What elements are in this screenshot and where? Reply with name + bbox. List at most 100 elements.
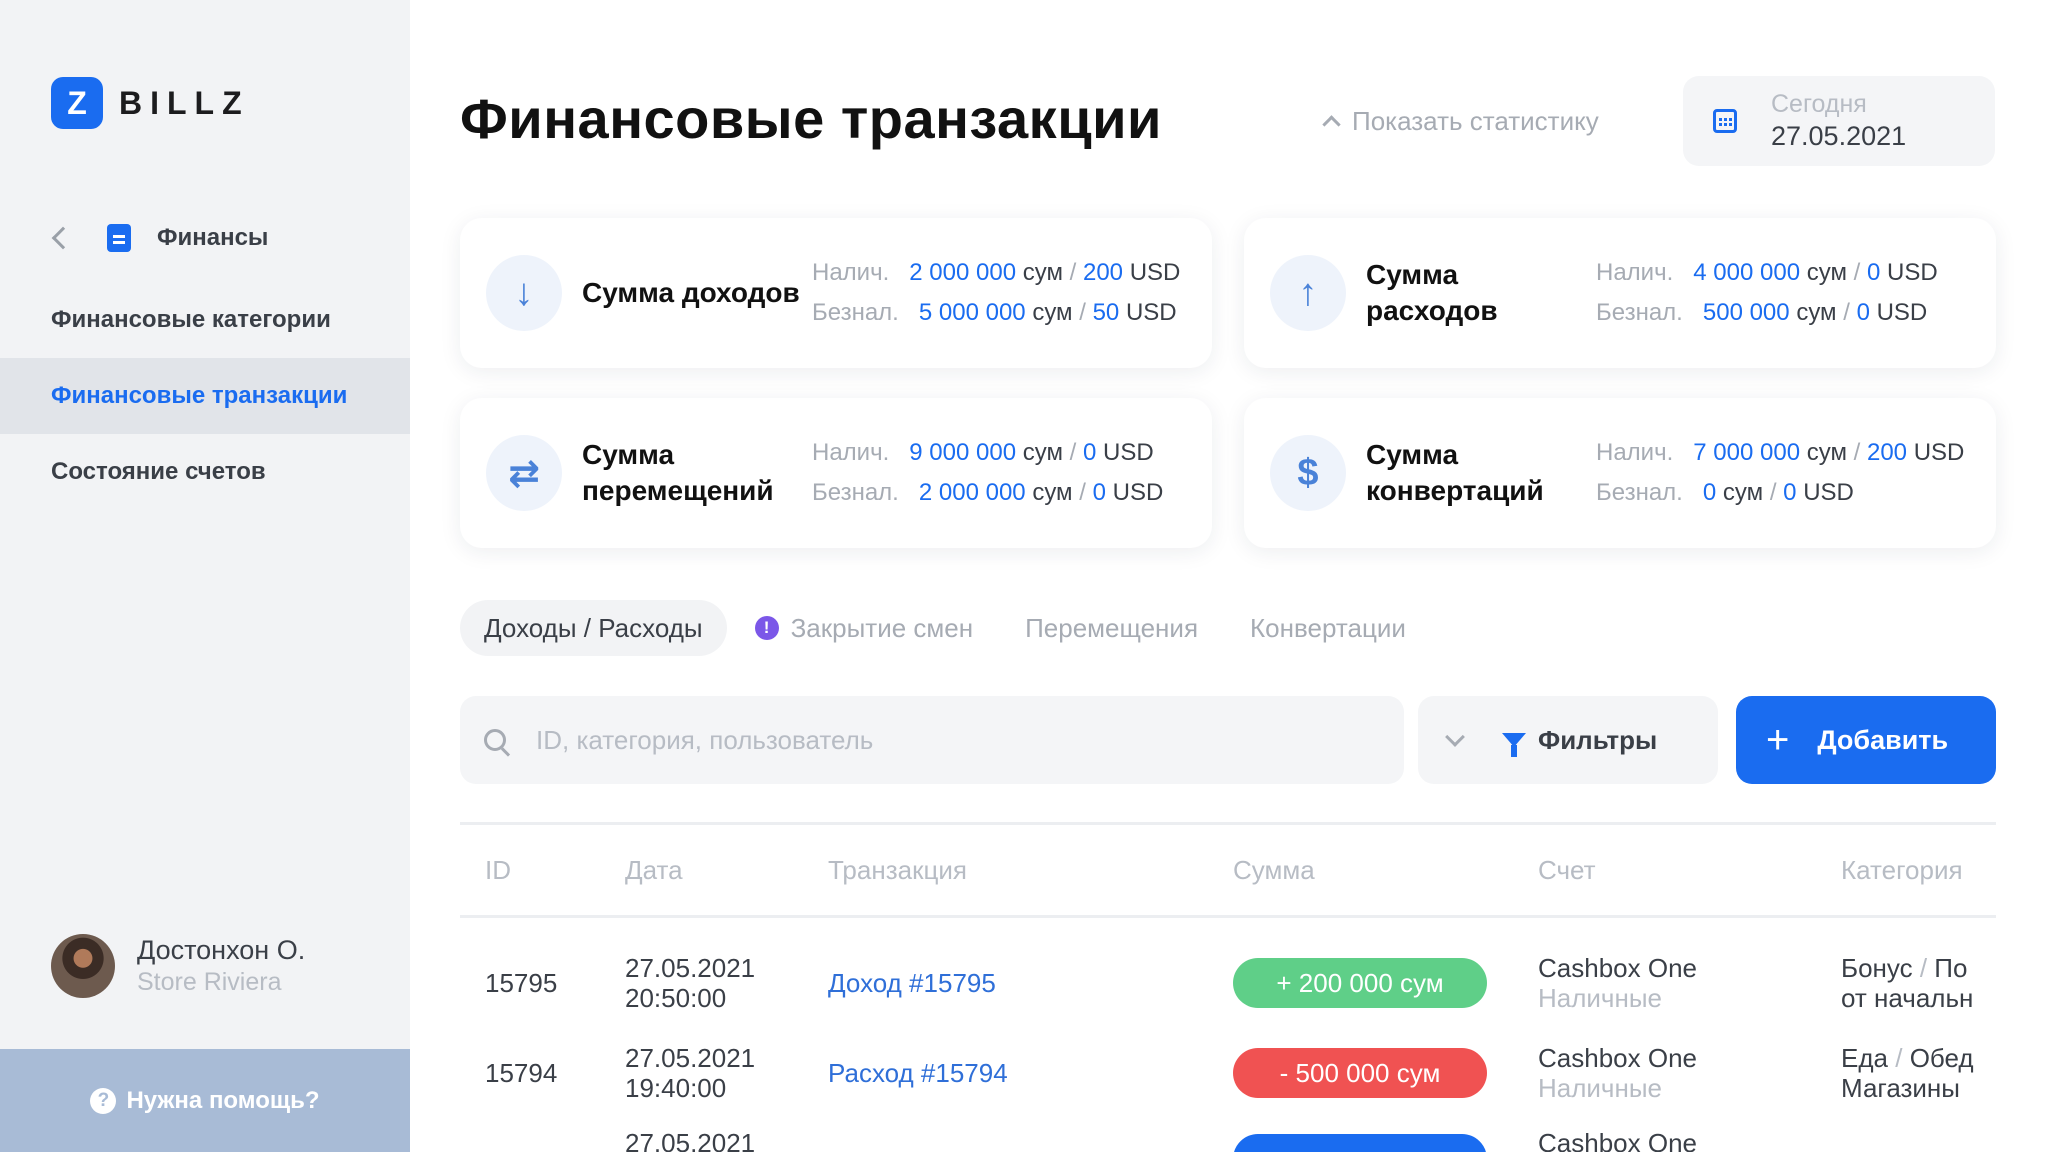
table-row[interactable]: 27.05.2021 Cashbox One <box>460 1118 1996 1152</box>
date-label: Сегодня <box>1771 90 1867 118</box>
help-button[interactable]: ? Нужна помощь? <box>0 1049 410 1152</box>
search-icon <box>484 729 506 751</box>
arrow-down-icon: ↓ <box>486 255 562 331</box>
separator: / <box>1069 259 1077 286</box>
cashless-label: Безнал. <box>1596 479 1683 506</box>
tab-conversions[interactable]: Конвертации <box>1226 600 1430 656</box>
search-input[interactable] <box>536 724 1336 756</box>
cash-sum: 2 000 000 <box>909 259 1017 286</box>
cash-currency: сум <box>1022 439 1063 466</box>
user-profile[interactable]: Достонхон О. Store Riviera <box>51 934 305 998</box>
user-name: Достонхон О. <box>137 935 306 965</box>
cell-id: 15795 <box>485 967 558 998</box>
alert-icon: ! <box>754 616 779 640</box>
add-label: Добавить <box>1817 724 1949 755</box>
sidebar-item-account-status[interactable]: Состояние счетов <box>0 434 410 510</box>
cash-sum: 9 000 000 <box>909 439 1017 466</box>
separator: / <box>1843 299 1850 326</box>
account-name: Cashbox One <box>1538 1043 1697 1073</box>
card-row-cashless: Безнал. 0 сум / 0 USD <box>1596 473 1964 513</box>
category-sub: Обед <box>1909 1043 1974 1073</box>
avatar <box>51 934 115 998</box>
tab-label: Конвертации <box>1250 612 1406 643</box>
usd-currency: USD <box>1876 299 1928 326</box>
cash-usd: 0 <box>1866 259 1881 286</box>
cell-date-time: 19:40:00 <box>625 1073 727 1103</box>
separator: / <box>1079 299 1086 326</box>
cashless-label: Безнал. <box>1596 299 1683 326</box>
cash-label: Налич. <box>812 259 890 286</box>
cash-label: Налич. <box>812 439 890 466</box>
table-row[interactable]: 15795 27.05.2021 20:50:00 Доход #15795 +… <box>460 938 1996 1028</box>
cell-account: Cashbox One Наличные <box>1538 1043 1841 1103</box>
cashless-label: Безнал. <box>812 299 899 326</box>
column-header-account[interactable]: Счет <box>1538 855 1841 885</box>
add-button[interactable]: + Добавить <box>1736 696 1996 784</box>
separator: / <box>1853 259 1861 286</box>
filters-button[interactable]: Фильтры <box>1418 696 1718 784</box>
nav-section-finance[interactable]: Финансы <box>51 224 268 252</box>
separator: / <box>1769 479 1777 506</box>
cell-date: 27.05.2021 20:50:00 <box>625 953 828 1013</box>
card-title: Сумма конвертаций <box>1366 439 1544 506</box>
cell-date-day: 27.05.2021 <box>625 1128 756 1152</box>
table-row[interactable]: 15794 27.05.2021 19:40:00 Расход #15794 … <box>460 1028 1996 1118</box>
filter-icon <box>1502 733 1526 757</box>
logo[interactable]: Z BILLZ <box>51 77 250 129</box>
account-method: Наличные <box>1538 1073 1662 1103</box>
summary-card-conversions: $ Сумма конвертаций Налич. 7 000 000 сум… <box>1244 398 1996 548</box>
card-row-cashless: Безнал. 500 000 сум / 0 USD <box>1596 293 1938 333</box>
cashless-sum: 500 000 <box>1702 299 1790 326</box>
transfer-arrows-icon: ⇄ <box>486 435 562 511</box>
date-picker[interactable]: Сегодня 27.05.2021 <box>1683 76 1995 166</box>
table-header: ID Дата Транзакция Сумма Счет Категория <box>460 822 1996 918</box>
amount-badge: + 200 000 сум <box>1233 958 1487 1008</box>
card-row-cashless: Безнал. 2 000 000 сум / 0 USD <box>812 473 1163 513</box>
tab-label: Доходы / Расходы <box>484 612 703 643</box>
usd-currency: USD <box>1913 439 1965 466</box>
category-separator: / <box>1919 953 1928 983</box>
column-header-category[interactable]: Категория <box>1841 855 1996 885</box>
calendar-icon <box>1713 109 1737 133</box>
cashless-currency: сум <box>1796 299 1837 326</box>
category-main: Бонус <box>1841 953 1913 983</box>
category-sub: По <box>1934 953 1968 983</box>
tab-shift-closing[interactable]: ! Закрытие смен <box>731 600 998 656</box>
chevron-left-icon[interactable] <box>51 226 75 250</box>
cell-category: Еда / Обед Магазины <box>1841 1043 1996 1103</box>
show-stats-toggle[interactable]: Показать статистику <box>1322 106 1599 137</box>
chevron-down-icon[interactable] <box>1445 727 1465 747</box>
transaction-link[interactable]: Доход #15795 <box>828 968 996 998</box>
cashless-currency: сум <box>1722 479 1764 506</box>
column-header-transaction[interactable]: Транзакция <box>828 855 1233 886</box>
column-header-date[interactable]: Дата <box>625 855 828 885</box>
tab-income-expenses[interactable]: Доходы / Расходы <box>460 600 727 656</box>
sidebar-item-label: Состояние счетов <box>51 458 266 485</box>
column-header-id[interactable]: ID <box>460 855 625 886</box>
category-separator: / <box>1895 1043 1903 1073</box>
transaction-link[interactable]: Расход #15794 <box>828 1058 1008 1088</box>
cashless-usd: 0 <box>1783 479 1797 506</box>
cashless-usd: 0 <box>1092 479 1106 506</box>
cash-currency: сум <box>1022 259 1063 286</box>
chevron-up-icon <box>1322 115 1341 134</box>
cash-sum: 7 000 000 <box>1693 439 1801 466</box>
sidebar-item-finance-transactions[interactable]: Финансовые транзакции <box>0 358 410 434</box>
cell-id: 15794 <box>485 1057 558 1088</box>
tab-transfers[interactable]: Перемещения <box>1001 600 1222 656</box>
cash-sum: 4 000 000 <box>1693 259 1801 286</box>
plus-icon: + <box>1766 718 1790 762</box>
sidebar-item-finance-categories[interactable]: Финансовые категории <box>0 282 410 358</box>
question-icon: ? <box>90 1087 117 1114</box>
separator: / <box>1069 439 1077 466</box>
card-row-cashless: Безнал. 5 000 000 сум / 50 USD <box>812 293 1180 333</box>
user-store: Store Riviera <box>137 968 282 996</box>
document-icon <box>107 224 131 252</box>
usd-currency: USD <box>1803 479 1854 506</box>
column-header-amount[interactable]: Сумма <box>1233 855 1538 886</box>
cashless-sum: 2 000 000 <box>918 479 1026 506</box>
logo-text: BILLZ <box>119 84 250 121</box>
dollar-icon: $ <box>1270 435 1346 511</box>
cell-date-day: 27.05.2021 <box>625 1043 756 1073</box>
sidebar-item-label: Финансовые категории <box>51 306 331 333</box>
